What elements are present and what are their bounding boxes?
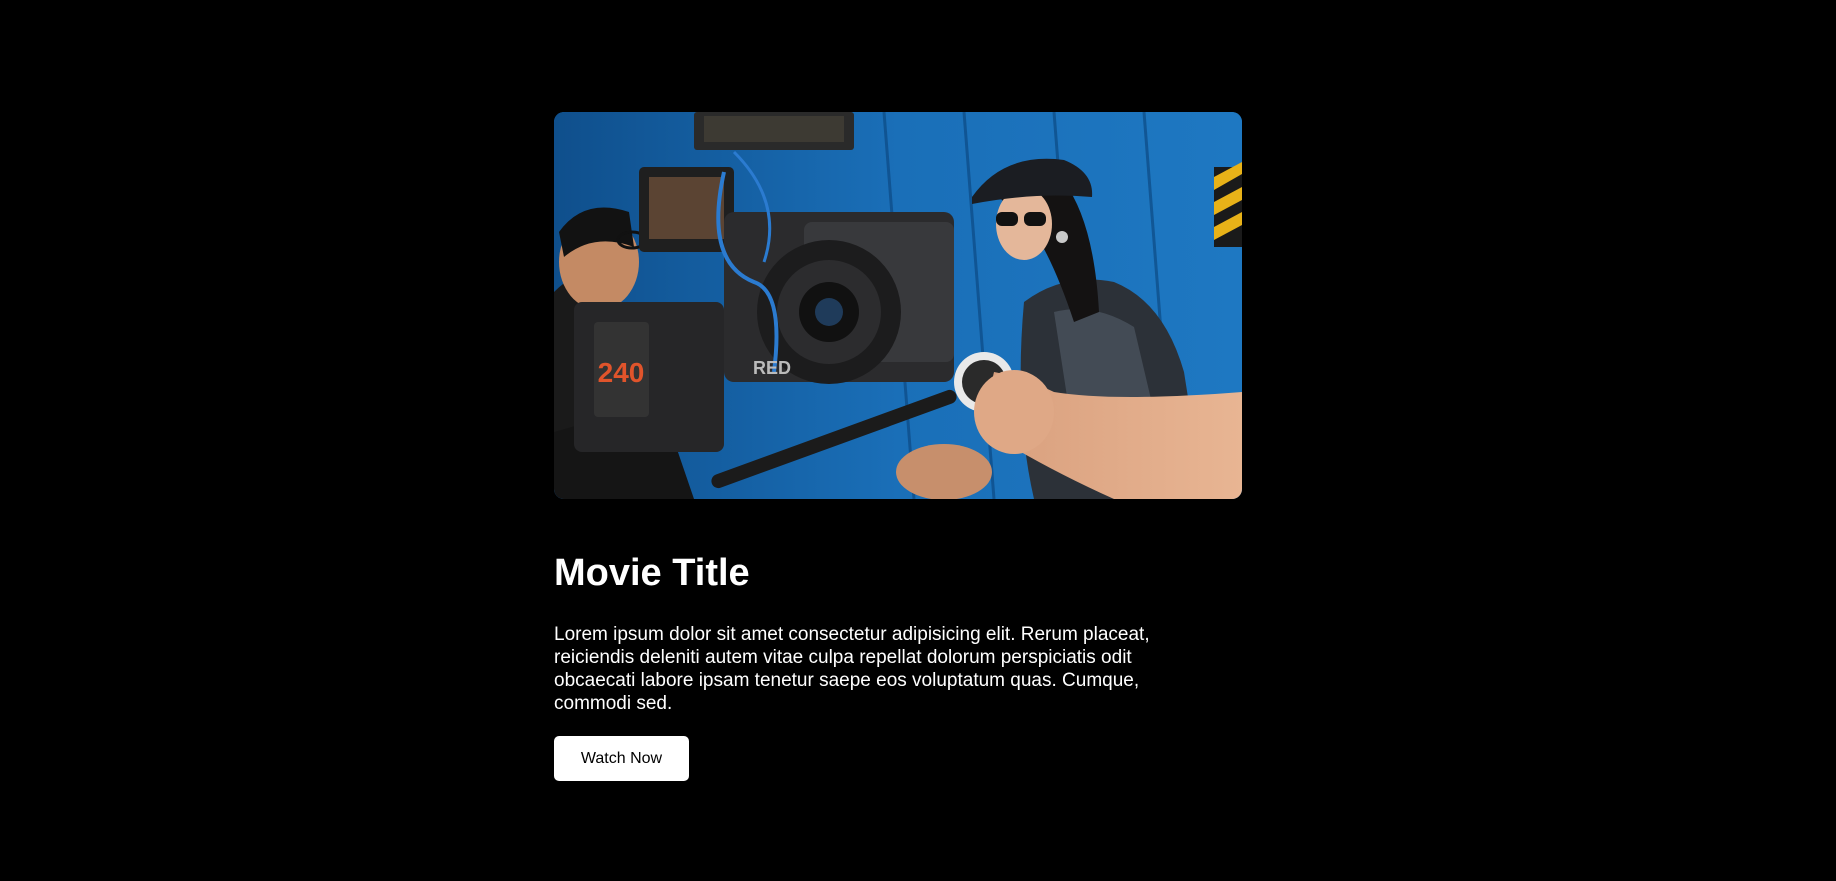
brand-label: RED	[753, 358, 791, 378]
movie-description: Lorem ipsum dolor sit amet consectetur a…	[554, 624, 1150, 714]
hero-image: 240 RED	[554, 112, 1242, 499]
battery-label: 240	[598, 357, 645, 388]
movie-title: Movie Title	[554, 552, 750, 594]
watch-now-button[interactable]: Watch Now	[554, 736, 689, 781]
hazard-stripe	[1214, 162, 1242, 247]
movie-card: 240 RED Movie Title Lorem ipsum dolor si…	[554, 112, 1242, 781]
film-set-photo: 240 RED	[554, 112, 1242, 499]
